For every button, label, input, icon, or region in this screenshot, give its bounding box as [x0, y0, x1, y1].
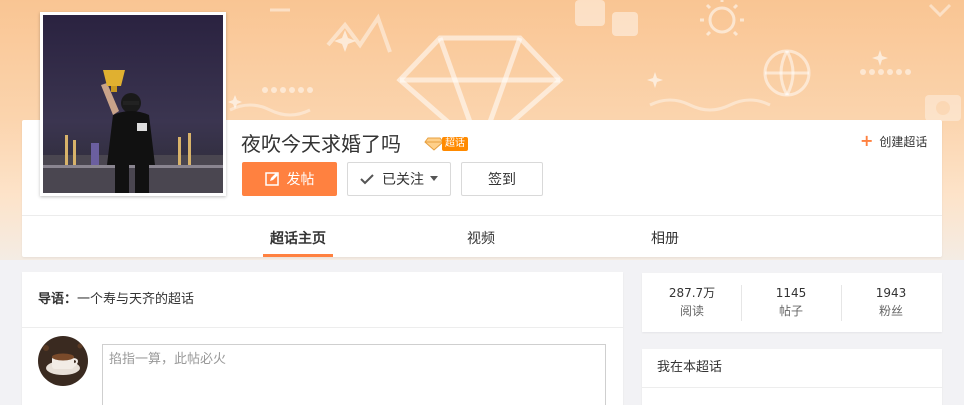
- topic-avatar[interactable]: [40, 12, 226, 196]
- my-topic-card: [642, 349, 942, 405]
- stat-posts-value: 1145: [775, 286, 807, 300]
- signin-button[interactable]: 签到: [461, 162, 543, 196]
- diamond-icon: [424, 137, 444, 151]
- super-topic-badge: 超话: [424, 136, 472, 152]
- create-topic-label: 创建超话: [879, 134, 928, 149]
- stat-reads: 287.7万 阅读: [642, 285, 742, 321]
- stat-fans-label: 粉丝: [878, 304, 903, 318]
- tab-album[interactable]: 相册: [651, 228, 679, 247]
- badge-label: 超话: [442, 137, 468, 151]
- tabs-divider: [22, 215, 942, 216]
- coffee-avatar-image: [38, 336, 88, 386]
- post-button[interactable]: 发帖: [242, 162, 337, 196]
- stat-posts-label: 帖子: [778, 304, 803, 318]
- stat-fans-value: 1943: [875, 286, 907, 300]
- edit-icon: [264, 172, 279, 186]
- follow-button[interactable]: 已关注: [347, 162, 451, 196]
- follow-button-label: 已关注: [382, 172, 424, 188]
- my-topic-title: 我在本超话: [657, 360, 723, 375]
- topic-avatar-image: [43, 15, 223, 193]
- intro-text: 一个寿与天齐的超话: [77, 292, 195, 307]
- caret-down-icon: [430, 176, 438, 182]
- stat-reads-label: 阅读: [679, 304, 704, 318]
- check-icon: [360, 173, 374, 185]
- plus-icon: +: [860, 131, 874, 150]
- stat-posts: 1145 帖子: [741, 285, 841, 321]
- user-avatar[interactable]: [38, 336, 88, 386]
- active-tab-indicator: [263, 254, 333, 257]
- my-topic-divider: [642, 387, 942, 388]
- post-composer-input[interactable]: 掐指一算，此帖必火: [102, 344, 606, 405]
- topic-intro: 导语：一个寿与天齐的超话: [38, 291, 194, 309]
- topic-title: 夜吹今天求婚了吗: [241, 132, 401, 156]
- post-button-label: 发帖: [286, 172, 315, 188]
- intro-prefix: 导语：: [38, 292, 78, 307]
- signin-button-label: 签到: [488, 172, 516, 188]
- stat-reads-value: 287.7万: [668, 286, 716, 300]
- card-divider: [22, 327, 623, 328]
- tab-video[interactable]: 视频: [467, 228, 495, 247]
- create-topic-link[interactable]: + 创建超话: [860, 132, 927, 150]
- stat-fans: 1943 粉丝: [841, 285, 941, 321]
- tab-home[interactable]: 超话主页: [270, 228, 326, 247]
